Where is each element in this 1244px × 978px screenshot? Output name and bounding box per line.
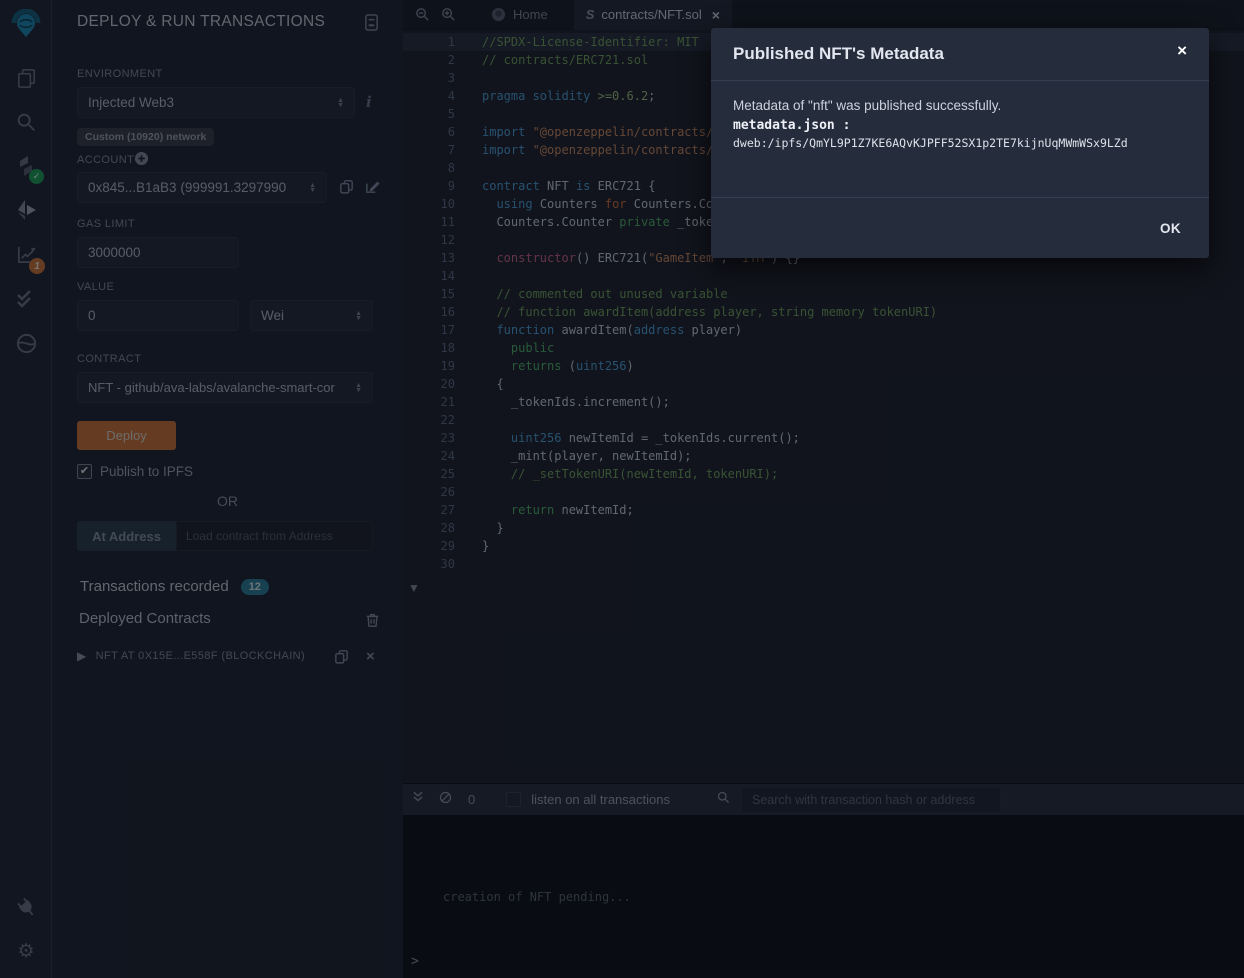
modal-footer: OK (711, 198, 1209, 258)
ipfs-url: dweb:/ipfs/QmYL9P1Z7KE6AQvKJPFF52SX1p2TE… (733, 136, 1187, 150)
modal-message: Metadata of "nft" was published successf… (733, 98, 1187, 113)
metadata-file-label: metadata.json : (733, 118, 1187, 133)
ok-button[interactable]: OK (1154, 220, 1187, 237)
published-metadata-modal: Published NFT's Metadata × Metadata of "… (711, 28, 1209, 258)
modal-header: Published NFT's Metadata × (711, 28, 1209, 81)
modal-title: Published NFT's Metadata (733, 44, 1177, 64)
modal-body: Metadata of "nft" was published successf… (711, 81, 1209, 198)
modal-close-icon[interactable]: × (1177, 42, 1187, 59)
remix-ide-screen: ✓ 1 (0, 0, 1244, 978)
